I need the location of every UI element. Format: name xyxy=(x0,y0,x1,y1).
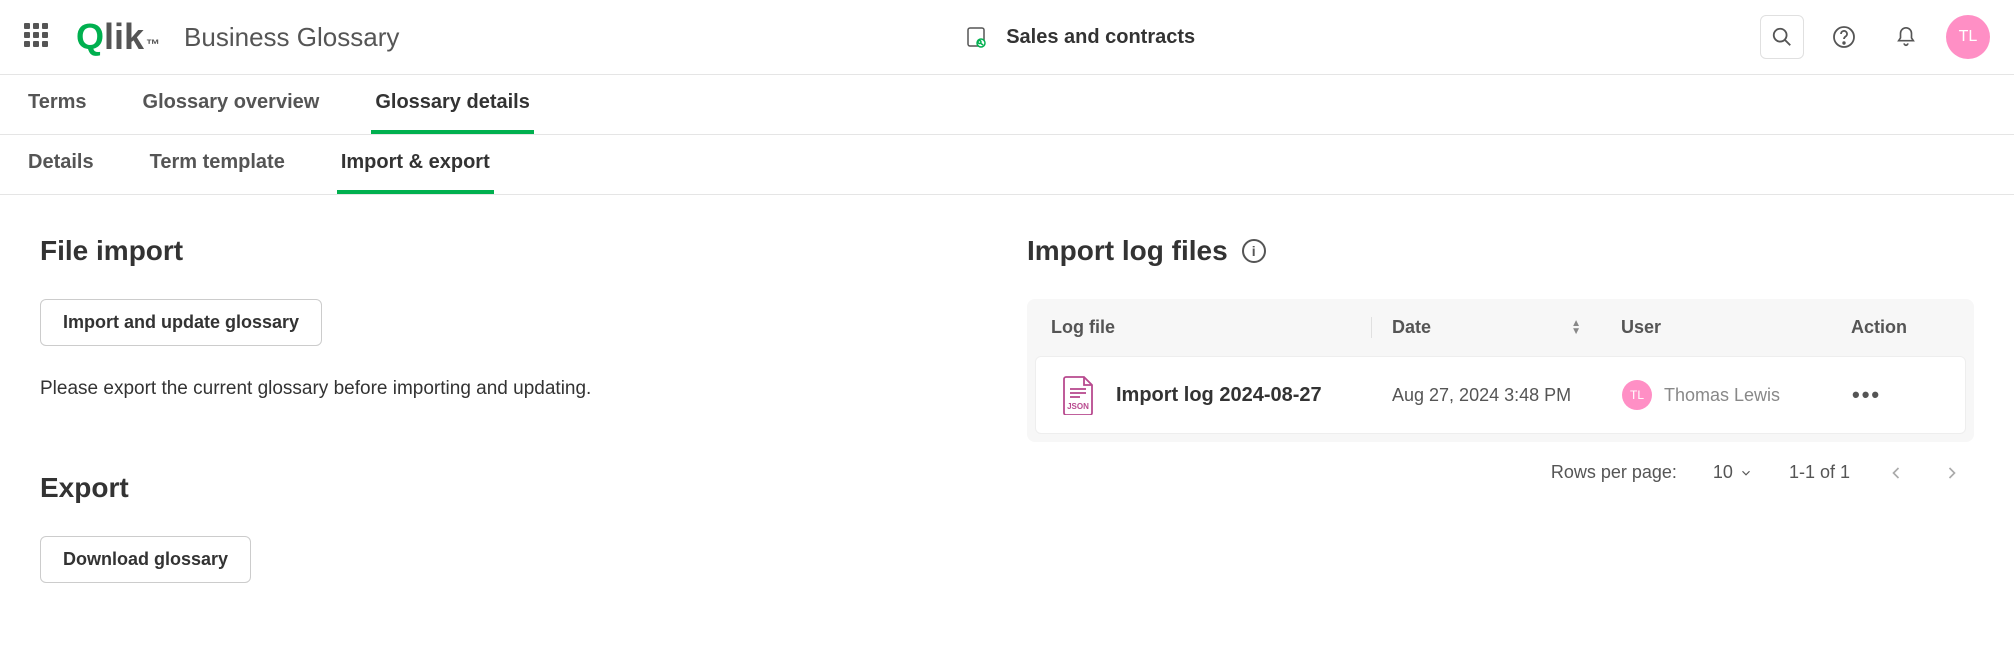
breadcrumb: Sales and contracts xyxy=(423,25,1736,49)
subtab-import-export[interactable]: Import & export xyxy=(337,135,494,194)
top-bar: Qlik™ Business Glossary Sales and contra… xyxy=(0,0,2014,75)
chevron-down-icon xyxy=(1739,466,1753,480)
page-range: 1-1 of 1 xyxy=(1789,462,1850,483)
row-logfile-cell: JSON Import log 2024-08-27 xyxy=(1060,375,1372,415)
row-user-name: Thomas Lewis xyxy=(1664,385,1780,406)
col-header-user[interactable]: User xyxy=(1601,317,1831,338)
top-right-actions: TL xyxy=(1760,15,1990,59)
bell-icon xyxy=(1895,26,1917,48)
app-title: Business Glossary xyxy=(184,22,399,53)
help-icon xyxy=(1832,25,1856,49)
context-label[interactable]: Sales and contracts xyxy=(1006,26,1195,49)
qlik-logo[interactable]: Qlik™ xyxy=(76,16,160,58)
search-button[interactable] xyxy=(1760,15,1804,59)
notifications-button[interactable] xyxy=(1884,15,1928,59)
col-header-logfile[interactable]: Log file xyxy=(1051,317,1371,338)
download-glossary-button[interactable]: Download glossary xyxy=(40,536,251,583)
rows-per-page-label: Rows per page: xyxy=(1551,462,1677,483)
rows-per-page-value: 10 xyxy=(1713,462,1733,483)
rows-per-page-select[interactable]: 10 xyxy=(1713,462,1753,483)
main-content: File import Import and update glossary P… xyxy=(0,195,2014,623)
chevron-left-icon xyxy=(1886,463,1906,483)
import-helper-text: Please export the current glossary befor… xyxy=(40,378,987,400)
right-column: Import log files i Log file Date ▲▼ User… xyxy=(1027,235,1974,583)
json-file-icon: JSON xyxy=(1060,375,1096,415)
tab-glossary-details[interactable]: Glossary details xyxy=(371,75,534,134)
tab-terms[interactable]: Terms xyxy=(24,75,91,134)
secondary-tabs: Details Term template Import & export xyxy=(0,135,2014,195)
import-log-heading-text: Import log files xyxy=(1027,235,1228,267)
info-icon[interactable]: i xyxy=(1242,239,1266,263)
export-section: Export Download glossary xyxy=(40,472,987,583)
pagination: Rows per page: 10 1-1 of 1 xyxy=(1027,462,1974,483)
row-action-cell: ••• xyxy=(1832,382,1941,408)
import-update-button[interactable]: Import and update glossary xyxy=(40,299,322,346)
chevron-right-icon xyxy=(1942,463,1962,483)
svg-text:JSON: JSON xyxy=(1067,402,1089,411)
subtab-term-template[interactable]: Term template xyxy=(146,135,289,194)
table-row[interactable]: JSON Import log 2024-08-27 Aug 27, 2024 … xyxy=(1035,356,1966,434)
col-header-action: Action xyxy=(1831,317,1950,338)
log-table: Log file Date ▲▼ User Action xyxy=(1027,299,1974,442)
tab-glossary-overview[interactable]: Glossary overview xyxy=(139,75,324,134)
col-header-date[interactable]: Date ▲▼ xyxy=(1371,317,1601,338)
import-log-heading: Import log files i xyxy=(1027,235,1974,267)
search-icon xyxy=(1771,26,1793,48)
subtab-details[interactable]: Details xyxy=(24,135,98,194)
more-actions-button[interactable]: ••• xyxy=(1852,382,1881,408)
glossary-icon xyxy=(964,25,988,49)
table-header: Log file Date ▲▼ User Action xyxy=(1027,299,1974,356)
primary-tabs: Terms Glossary overview Glossary details xyxy=(0,75,2014,135)
prev-page-button[interactable] xyxy=(1886,463,1906,483)
file-import-heading: File import xyxy=(40,235,987,267)
row-user-avatar: TL xyxy=(1622,380,1652,410)
col-header-date-label: Date xyxy=(1392,317,1431,338)
left-column: File import Import and update glossary P… xyxy=(40,235,987,583)
row-user-cell: TL Thomas Lewis xyxy=(1602,380,1832,410)
next-page-button[interactable] xyxy=(1942,463,1962,483)
row-date-cell: Aug 27, 2024 3:48 PM xyxy=(1372,385,1602,406)
help-button[interactable] xyxy=(1822,15,1866,59)
app-launcher-icon[interactable] xyxy=(24,23,52,51)
user-avatar[interactable]: TL xyxy=(1946,15,1990,59)
row-logfile-name: Import log 2024-08-27 xyxy=(1116,384,1322,407)
export-heading: Export xyxy=(40,472,987,504)
sort-icon[interactable]: ▲▼ xyxy=(1571,320,1581,336)
